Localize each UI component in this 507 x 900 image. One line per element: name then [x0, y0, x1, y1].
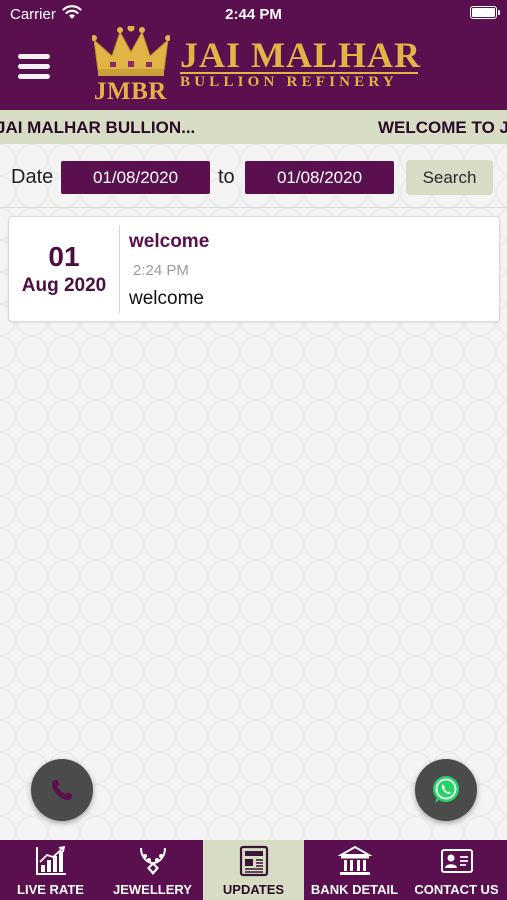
crown-icon	[92, 26, 170, 76]
status-bar: Carrier 2:44 PM	[0, 0, 507, 28]
update-message: welcome	[129, 288, 204, 309]
tab-label: LIVE RATE	[17, 882, 84, 897]
date-filter-bar: Date 01/08/2020 to 01/08/2020 Search	[0, 150, 507, 208]
ticker-text-left: JAI MALHAR BULLION...	[0, 118, 196, 137]
update-date: 01 Aug 2020	[9, 217, 119, 321]
logo-abbreviation: JMBR	[94, 78, 167, 105]
hamburger-menu-icon[interactable]	[18, 54, 50, 80]
status-time: 2:44 PM	[225, 6, 282, 23]
tab-contact-us[interactable]: CONTACT US	[406, 840, 507, 900]
to-date-field[interactable]: 01/08/2020	[245, 161, 394, 194]
tab-updates[interactable]: UPDATES	[203, 840, 304, 900]
tab-live-rate[interactable]: LIVE RATE	[0, 840, 101, 900]
search-button[interactable]: Search	[406, 160, 493, 195]
update-day: 01	[48, 241, 80, 272]
battery-icon	[470, 6, 500, 19]
tab-jewellery[interactable]: JEWELLERY	[102, 840, 203, 900]
date-label: Date	[11, 166, 54, 188]
app-header: Carrier 2:44 PM JMBR JAI MALHAR BULLION …	[0, 0, 507, 110]
newspaper-icon	[239, 845, 268, 877]
update-time: 2:24 PM	[133, 262, 189, 279]
tab-label: CONTACT US	[414, 882, 499, 897]
whatsapp-button[interactable]	[415, 759, 477, 821]
bottom-tab-bar: LIVE RATE JEWELLERY UPDATES BANK DETAIL …	[0, 840, 507, 900]
to-label: to	[218, 166, 235, 188]
ticker-text-right: WELCOME TO J	[378, 118, 507, 137]
logo-subtitle: BULLION REFINERY	[180, 74, 398, 90]
tab-bank-detail[interactable]: BANK DETAIL	[304, 840, 405, 900]
phone-icon	[52, 780, 72, 800]
tab-label: UPDATES	[222, 882, 285, 897]
call-button[interactable]	[31, 759, 93, 821]
whatsapp-icon	[433, 776, 459, 803]
update-card[interactable]: 01 Aug 2020 welcome 2:24 PM welcome	[8, 216, 500, 322]
from-date-field[interactable]: 01/08/2020	[61, 161, 210, 194]
contact-card-icon	[440, 849, 473, 873]
update-month-year: Aug 2020	[21, 275, 107, 296]
bar-chart-icon	[35, 845, 66, 875]
news-ticker: JAI MALHAR BULLION... WELCOME TO J	[0, 110, 507, 144]
bank-icon	[337, 845, 372, 875]
logo-name: JAI MALHAR	[180, 35, 421, 75]
update-title: welcome	[129, 231, 210, 252]
brand-logo: JMBR JAI MALHAR BULLION REFINERY	[88, 26, 428, 106]
card-divider	[119, 225, 120, 313]
necklace-icon	[139, 847, 166, 875]
tab-label: JEWELLERY	[113, 882, 192, 897]
tab-label: BANK DETAIL	[310, 882, 399, 897]
